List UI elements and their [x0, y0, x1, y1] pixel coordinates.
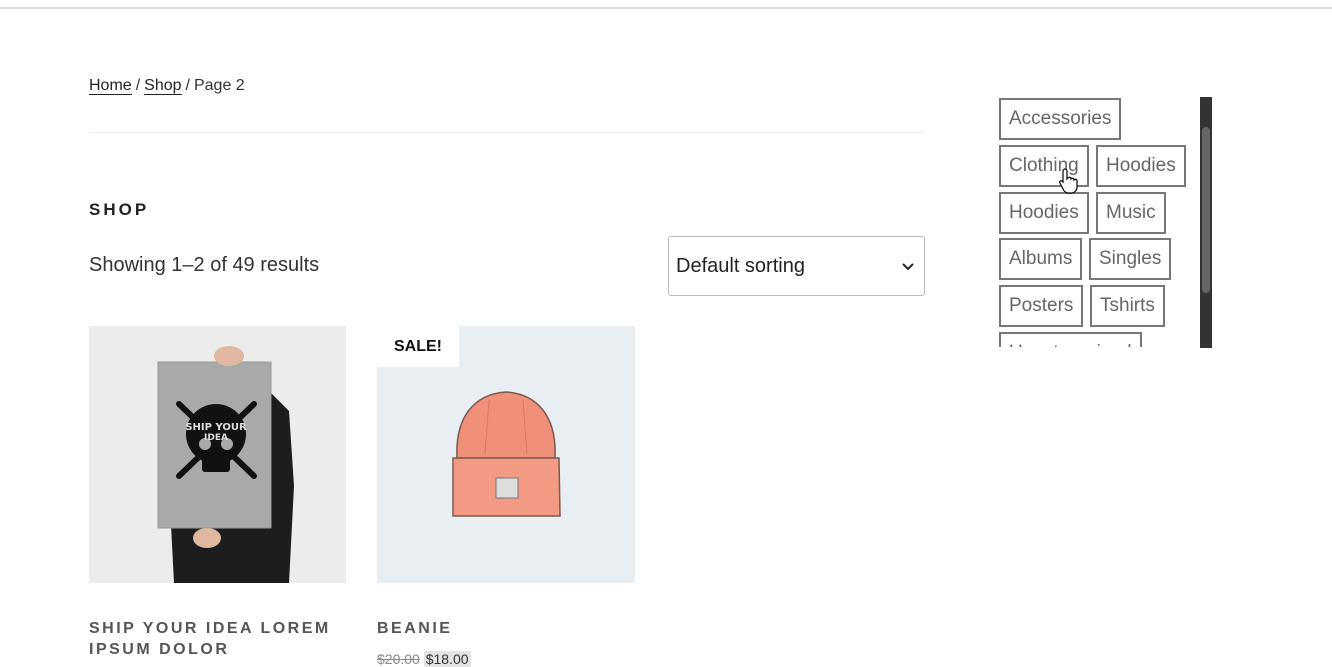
result-count: Showing 1–2 of 49 results [89, 254, 320, 276]
hand-pointer-icon [1059, 168, 1078, 194]
price-regular: $20.00 [377, 651, 420, 667]
tag-albums[interactable]: Albums [999, 238, 1083, 280]
tag-singles[interactable]: Singles [1089, 238, 1172, 280]
header-divider [89, 132, 925, 133]
tag-hoodies[interactable]: Hoodies [999, 192, 1089, 234]
tag-cloud-scrollbar[interactable] [1200, 97, 1212, 348]
breadcrumb-shop-link[interactable]: Shop [144, 77, 182, 95]
product-title[interactable]: SHIP YOUR IDEA LOREM IPSUM DOLOR [89, 618, 349, 660]
breadcrumb-home-link[interactable]: Home [89, 77, 132, 95]
product-tag-cloud: Accessories Clothing Hoodies Hoodies Mus… [999, 97, 1199, 347]
scrollbar-thumb[interactable] [1202, 127, 1210, 293]
product-image-beanie[interactable]: SALE! [377, 326, 635, 583]
product-title[interactable]: BEANIE [377, 618, 637, 639]
tag-posters[interactable]: Posters [999, 285, 1084, 327]
sale-badge: SALE! [377, 326, 459, 367]
product-image-poster[interactable]: SHIP YOUR IDEA [89, 326, 346, 583]
tag-uncategorized[interactable]: Uncategorized [999, 332, 1142, 347]
product-card[interactable]: SALE! BEANIE $20.00 $18.00 [377, 326, 635, 667]
sorting-select[interactable]: Default sorting [668, 236, 925, 296]
chevron-down-icon [902, 263, 914, 271]
tag-tshirts[interactable]: Tshirts [1090, 285, 1165, 327]
tag-hoodies[interactable]: Hoodies [1096, 145, 1186, 187]
breadcrumb-current: Page 2 [193, 77, 245, 94]
product-price: $20.00 $18.00 [377, 651, 471, 667]
tag-accessories[interactable]: Accessories [999, 98, 1122, 140]
top-rule [0, 7, 1332, 9]
breadcrumb: Home / Shop / Page 2 [89, 77, 245, 95]
breadcrumb-separator: / [185, 77, 190, 94]
page-title: SHOP [89, 200, 150, 219]
poster-image-icon: SHIP YOUR IDEA [89, 326, 346, 583]
sorting-selected-value: Default sorting [676, 254, 805, 277]
svg-text:SHIP YOUR: SHIP YOUR [185, 422, 247, 433]
svg-text:IDEA: IDEA [204, 433, 228, 443]
breadcrumb-separator: / [135, 77, 141, 94]
price-sale: $18.00 [423, 651, 471, 667]
product-card[interactable]: SHIP YOUR IDEA SHIP YOUR IDEA LOREM IPSU… [89, 326, 346, 658]
tag-music[interactable]: Music [1096, 192, 1166, 234]
